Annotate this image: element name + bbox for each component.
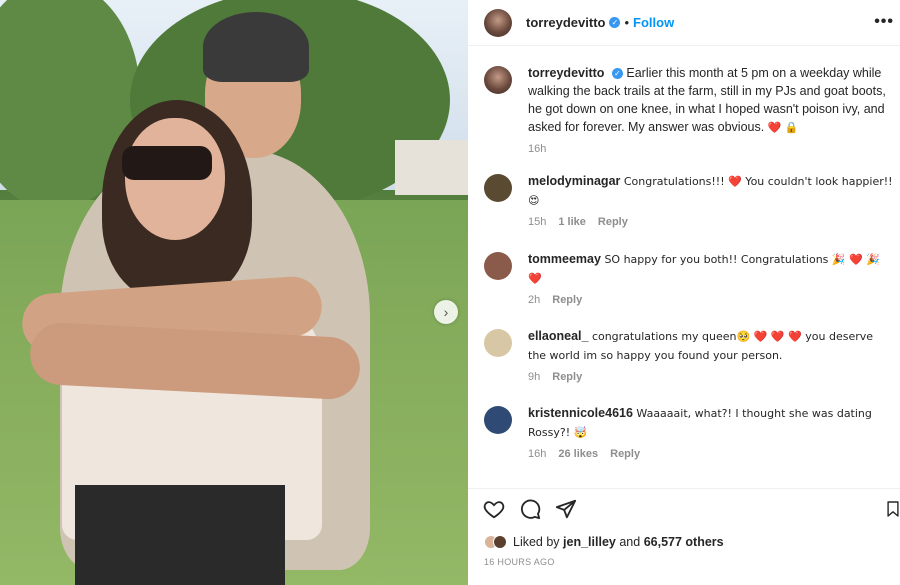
caption-time[interactable]: 16h: [528, 143, 546, 155]
comment-avatar[interactable]: [484, 174, 512, 202]
comment-avatar[interactable]: [484, 329, 512, 357]
photo-sunglasses: [122, 146, 212, 180]
comment-time[interactable]: 9h: [528, 371, 540, 383]
caption-emoji: ❤️ 🔒: [767, 121, 799, 134]
caption-avatar[interactable]: [484, 66, 512, 94]
heart-icon[interactable]: [482, 497, 506, 521]
comment-username[interactable]: tommeemay: [528, 252, 601, 266]
post-header: torreydevitto ✓ • Follow •••: [468, 0, 900, 46]
author-username[interactable]: torreydevitto: [526, 15, 605, 30]
post-panel: torreydevitto ✓ • Follow ••• torreydevit…: [468, 0, 900, 585]
liked-by-row: Liked by jen_lilley and 66,577 others: [484, 535, 724, 549]
comment-time[interactable]: 16h: [528, 448, 546, 460]
reply-button[interactable]: Reply: [610, 448, 640, 460]
header-separator: •: [624, 15, 630, 30]
comment-item: melodyminagar Congratulations!!! ❤️ You …: [484, 172, 894, 228]
comment-username[interactable]: ellaoneal_: [528, 329, 588, 343]
post-photo[interactable]: ›: [0, 0, 468, 585]
likes-count[interactable]: 66,577 others: [644, 535, 724, 549]
reply-button[interactable]: Reply: [598, 216, 628, 228]
bookmark-icon[interactable]: [886, 497, 900, 521]
comment-time[interactable]: 15h: [528, 216, 546, 228]
post-timestamp[interactable]: 16 HOURS AGO: [484, 557, 555, 567]
comment-username[interactable]: melodyminagar: [528, 174, 620, 188]
more-options-icon[interactable]: •••: [874, 13, 894, 31]
verified-badge-icon: ✓: [611, 68, 623, 80]
comment-likes[interactable]: 1 like: [558, 216, 586, 228]
comment-username[interactable]: kristennicole4616: [528, 406, 633, 420]
photo-man-cap: [203, 12, 309, 82]
follow-button[interactable]: Follow: [633, 15, 674, 30]
photo-woman-skirt: [75, 485, 285, 585]
chevron-right-icon[interactable]: ›: [434, 300, 458, 324]
liker-avatar: [493, 535, 507, 549]
liked-by-connector: and: [619, 535, 641, 549]
reply-button[interactable]: Reply: [552, 371, 582, 383]
author-avatar[interactable]: [484, 8, 512, 37]
comment-avatar[interactable]: [484, 252, 512, 280]
comment-avatar[interactable]: [484, 406, 512, 434]
reply-button[interactable]: Reply: [552, 294, 582, 306]
caption: torreydevitto ✓ Earlier this month at 5 …: [484, 64, 894, 155]
verified-badge-icon: ✓: [609, 17, 621, 28]
action-bar: [468, 488, 900, 528]
comment-item: kristennicole4616 Waaaaait, what?! I tho…: [484, 404, 894, 460]
comment-item: tommeemay SO happy for you both!! Congra…: [484, 250, 894, 306]
liked-by-prefix: Liked by: [513, 535, 560, 549]
comment-item: ellaoneal_ congratulations my queen🥺 ❤️ …: [484, 327, 894, 383]
comment-time[interactable]: 2h: [528, 294, 540, 306]
photo-building: [395, 140, 468, 195]
liked-by-user[interactable]: jen_lilley: [563, 535, 616, 549]
comment-likes[interactable]: 26 likes: [558, 448, 598, 460]
caption-username[interactable]: torreydevitto: [528, 66, 604, 80]
comment-icon[interactable]: [518, 497, 542, 521]
send-icon[interactable]: [554, 497, 578, 521]
